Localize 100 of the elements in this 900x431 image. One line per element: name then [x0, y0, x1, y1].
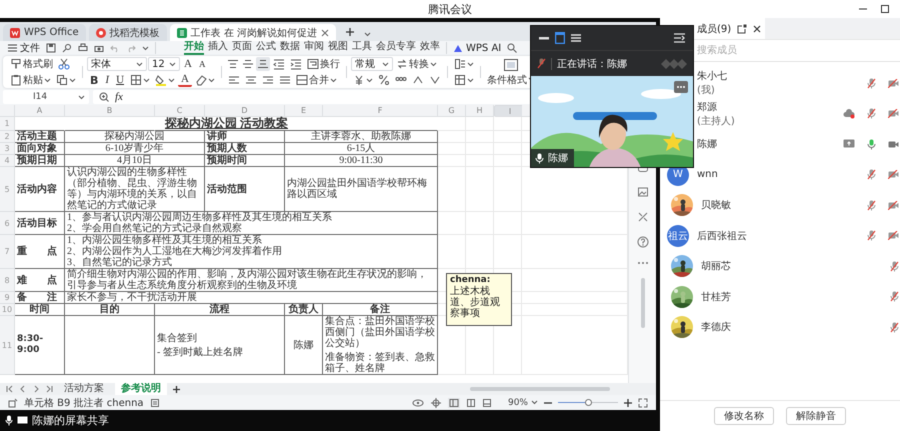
- camera-icon[interactable]: [888, 140, 899, 149]
- table-cell[interactable]: 活动主题: [15, 131, 65, 143]
- copy-button[interactable]: [54, 73, 78, 87]
- plus-icon[interactable]: [345, 27, 355, 37]
- search-icon[interactable]: [507, 43, 518, 53]
- wrap-text-button[interactable]: 换行: [304, 57, 342, 71]
- menu-tab[interactable]: 会员专享: [376, 41, 416, 55]
- muted-microphone-icon[interactable]: [867, 230, 876, 242]
- table-cell[interactable]: 预期日期: [15, 155, 65, 167]
- camera-off-icon[interactable]: [888, 109, 899, 118]
- first-sheet-icon[interactable]: [6, 385, 14, 393]
- scrollbar-thumb[interactable]: [470, 387, 610, 391]
- muted-microphone-icon[interactable]: [890, 322, 899, 333]
- table-cell[interactable]: 8:30-9:00: [15, 316, 65, 375]
- ai-button[interactable]: WPS AI: [453, 42, 502, 54]
- notes-icon[interactable]: [150, 398, 160, 408]
- macro-icon[interactable]: [8, 398, 18, 408]
- last-sheet-icon[interactable]: [45, 385, 53, 393]
- pop-out-icon[interactable]: [737, 24, 748, 34]
- outdent-button[interactable]: [270, 57, 287, 71]
- table-cell[interactable]: 重 点: [15, 235, 65, 269]
- search-file-icon[interactable]: [62, 43, 72, 53]
- table-cell[interactable]: 主讲李蓉水、助教陈娜: [285, 131, 438, 143]
- align-bottom-button[interactable]: [256, 57, 270, 71]
- table-cell[interactable]: 9:00-11:30: [285, 155, 438, 167]
- table-cell[interactable]: 集合签到 - 签到时戴上姓名牌: [155, 316, 285, 375]
- camera-off-icon[interactable]: [888, 231, 899, 240]
- caret-icon[interactable]: [364, 32, 371, 37]
- table-cell[interactable]: 备 注: [15, 292, 65, 304]
- fullscreen-icon[interactable]: [638, 398, 648, 408]
- format-painter-button[interactable]: 格式刷: [8, 57, 55, 71]
- table-cell[interactable]: 讲师: [205, 131, 285, 143]
- document-tab[interactable]: 工作表 在 河岗解说如何促进: [170, 24, 336, 41]
- convert-button[interactable]: 转换: [394, 57, 439, 71]
- table-cell[interactable]: 1、参与者认识内湖公园周边生物多样性及其生境的相互关系 2、学会用自然笔记的方式记录自然观察: [65, 212, 438, 235]
- table-cell[interactable]: 简介细生物对内湖公园的作用、影响，及内湖公园对该生物在此生存状况的影响，引导参与者从生态系统角度分析观察到的生物及环境: [65, 269, 438, 292]
- menu-tab[interactable]: 插入: [208, 41, 228, 55]
- more-icon[interactable]: [636, 261, 648, 265]
- menu-tab[interactable]: 数据: [280, 41, 300, 55]
- table-cell[interactable]: 探秘内湖公园: [65, 131, 205, 143]
- table-cell[interactable]: 活动目标: [15, 212, 65, 235]
- close-icon[interactable]: [321, 28, 329, 36]
- underline-button[interactable]: U: [113, 73, 128, 87]
- menu-tab[interactable]: 效率: [420, 41, 440, 55]
- font-size-select[interactable]: 12: [148, 57, 180, 71]
- table-cell[interactable]: 4月10日: [65, 155, 205, 167]
- paste-button[interactable]: 粘贴: [8, 73, 53, 87]
- normal-view-icon[interactable]: [448, 398, 460, 408]
- sheet-tab[interactable]: 活动方案: [58, 383, 110, 395]
- table-cell[interactable]: 6-15人: [285, 143, 438, 155]
- muted-microphone-icon[interactable]: [867, 78, 876, 89]
- list-icon[interactable]: [571, 33, 581, 43]
- table-cell[interactable]: 预期时间: [205, 155, 285, 167]
- font-color-button[interactable]: A: [178, 73, 192, 87]
- table-cell[interactable]: 难 点: [15, 269, 65, 292]
- shrink-font-button[interactable]: A: [196, 57, 208, 71]
- align-top-button[interactable]: [226, 57, 240, 71]
- merge-button[interactable]: 合并: [294, 73, 339, 87]
- image-icon[interactable]: [636, 186, 648, 198]
- muted-microphone-icon[interactable]: [890, 291, 899, 302]
- table-cell[interactable]: 预期人数: [205, 143, 285, 155]
- print-icon[interactable]: [78, 43, 88, 53]
- next-sheet-icon[interactable]: [32, 385, 40, 393]
- sheet-tab[interactable]: 参考说明: [115, 383, 167, 395]
- panel-button[interactable]: 解除静音: [786, 407, 846, 425]
- table-cell[interactable]: 1、内湖公园生物多样性及其生境的相互关系 2、内湖公园作为人工湿地在大梅沙河发挥着作用 3、自然笔记的记录方式: [65, 235, 438, 269]
- menu-tab[interactable]: 视图: [328, 41, 348, 55]
- tools-icon[interactable]: [636, 211, 648, 223]
- file-menu[interactable]: 文件: [8, 41, 40, 55]
- italic-button[interactable]: I: [102, 73, 112, 87]
- muted-microphone-icon[interactable]: [867, 108, 876, 120]
- cell-reference-field[interactable]: I14: [3, 90, 89, 104]
- maximize-icon[interactable]: [880, 4, 890, 14]
- camera-off-icon[interactable]: [888, 200, 899, 210]
- table-cell[interactable]: 时间: [15, 304, 65, 316]
- font-select[interactable]: 宋体: [87, 57, 147, 71]
- muted-microphone-icon[interactable]: [890, 260, 899, 272]
- document-tab[interactable]: WPS Office: [3, 24, 86, 41]
- muted-microphone-icon[interactable]: [867, 200, 876, 211]
- close-icon[interactable]: [753, 24, 762, 32]
- conditional-format-button[interactable]: 条件格式: [484, 58, 537, 86]
- menu-tab[interactable]: 审阅: [304, 41, 324, 55]
- table-cell[interactable]: 备注: [323, 304, 438, 316]
- scrollbar-thumb[interactable]: [640, 278, 644, 328]
- table-cell[interactable]: 陈娜: [285, 316, 323, 375]
- cut-button[interactable]: [56, 57, 72, 71]
- microphone-icon[interactable]: [867, 138, 876, 150]
- border-button[interactable]: [128, 73, 152, 87]
- table-cell[interactable]: 面向对象: [15, 143, 65, 155]
- panel-button[interactable]: 修改名称: [714, 407, 774, 425]
- caret-icon[interactable]: [142, 46, 149, 50]
- table-cell[interactable]: 内湖公园盐田外国语学校帮环梅路以西区域: [285, 167, 438, 212]
- align-middle-button[interactable]: [240, 57, 255, 71]
- document-tab[interactable]: 找稻壳模板: [88, 24, 167, 41]
- slider-thumb[interactable]: [585, 399, 592, 406]
- table-cell[interactable]: 集合点：盐田外国语学校西侧门（盐田外国语学校公交站） 准备物资：签到表、急救箱子、姓名牌: [323, 316, 438, 375]
- more-icon[interactable]: [674, 81, 688, 93]
- table-cell[interactable]: 6-10岁青少年: [65, 143, 205, 155]
- print-preview-icon[interactable]: [94, 43, 104, 53]
- table-cell[interactable]: 流程: [155, 304, 285, 316]
